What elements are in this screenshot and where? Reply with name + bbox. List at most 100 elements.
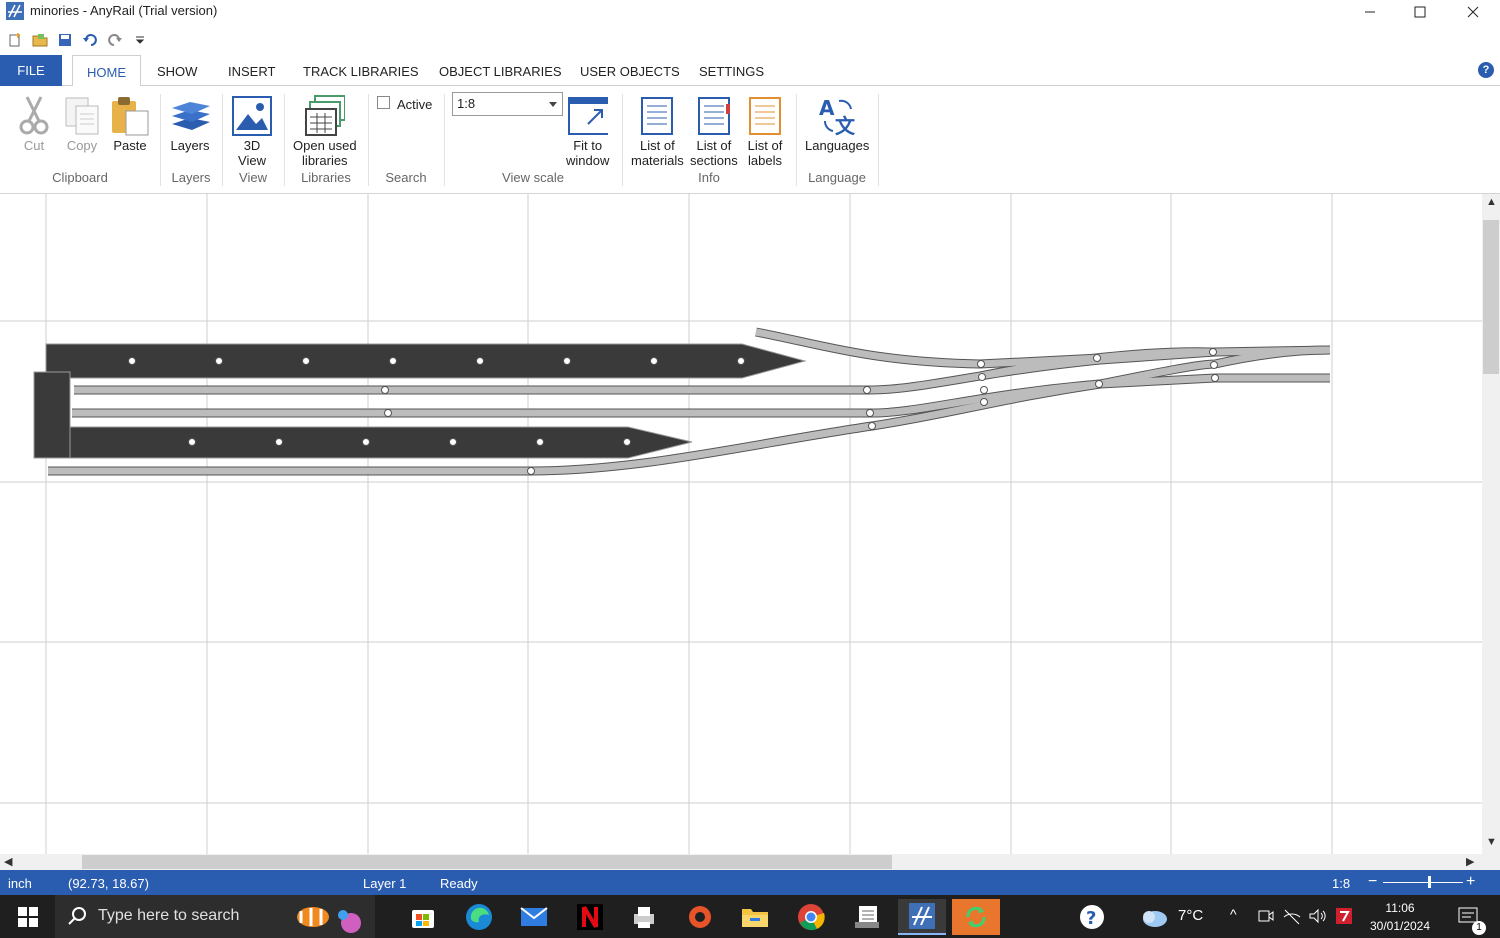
close-button[interactable] xyxy=(1448,0,1498,24)
meet-now-icon[interactable] xyxy=(1258,907,1274,925)
scissors-icon xyxy=(19,96,49,135)
start-button[interactable] xyxy=(4,899,52,935)
search-icon xyxy=(68,907,86,925)
tab-object-libraries[interactable]: OBJECT LIBRARIES xyxy=(439,64,562,79)
taskbar-search-box[interactable]: Type here to search xyxy=(55,895,375,938)
fit-to-window-icon xyxy=(567,97,608,135)
layout-canvas[interactable] xyxy=(0,194,1482,854)
zoom-in-icon[interactable]: + xyxy=(1466,873,1475,891)
customize-toolbar-icon[interactable] xyxy=(131,31,149,49)
zoom-slider[interactable] xyxy=(1383,882,1463,883)
ribbon-home: Cut Copy Paste Clipboard Layers Layers 3… xyxy=(0,86,1500,194)
vertical-scroll-thumb[interactable] xyxy=(1483,220,1499,374)
horizontal-scrollbar[interactable]: ◀ ▶ xyxy=(0,854,1482,870)
taskbar-mail[interactable] xyxy=(510,899,558,935)
new-file-icon[interactable] xyxy=(6,31,24,49)
group-separator xyxy=(878,94,879,186)
view-scale-value: 1:8 xyxy=(457,96,476,111)
list-of-materials-button[interactable]: List of materials xyxy=(631,94,684,168)
printer-icon xyxy=(634,907,654,928)
tab-insert[interactable]: INSERT xyxy=(228,64,275,79)
fit-label-1: Fit to xyxy=(573,138,603,153)
weather-widget[interactable] xyxy=(1130,899,1178,935)
zoom-slider-thumb[interactable] xyxy=(1428,876,1431,888)
taskbar-help[interactable]: ? xyxy=(1068,899,1116,935)
zoom-out-icon[interactable]: − xyxy=(1368,873,1377,891)
3d-view-button[interactable]: 3D View xyxy=(232,94,272,168)
open-used-libraries-button[interactable]: Open used libraries xyxy=(293,94,357,168)
chevron-down-icon xyxy=(549,102,557,107)
antivirus-tray-icon[interactable] xyxy=(1334,906,1354,926)
list-of-labels-button[interactable]: List of labels xyxy=(745,94,785,168)
maximize-button[interactable] xyxy=(1395,0,1445,24)
help-icon[interactable]: ? xyxy=(1478,62,1494,78)
scroll-corner xyxy=(1482,854,1500,870)
chevron-up-icon[interactable]: ^ xyxy=(1230,906,1237,922)
system-clock[interactable]: 11:06 30/01/2024 xyxy=(1360,899,1440,935)
taskbar-anyrail[interactable] xyxy=(898,899,946,935)
fit-to-window-button[interactable]: Fit to window xyxy=(566,94,609,168)
3d-view-label-2: View xyxy=(238,153,266,168)
network-offline-icon[interactable] xyxy=(1282,907,1302,925)
quick-access-toolbar xyxy=(6,30,149,50)
tab-show[interactable]: SHOW xyxy=(157,64,197,79)
edge-browser-icon xyxy=(466,904,492,930)
sections-label-2: sections xyxy=(690,153,738,168)
paste-button[interactable]: Paste xyxy=(110,94,150,153)
copy-button[interactable]: Copy xyxy=(62,94,102,153)
status-layer: Layer 1 xyxy=(363,876,407,891)
taskbar-edge[interactable] xyxy=(455,899,503,935)
taskbar-store[interactable] xyxy=(399,899,447,935)
taskbar-chrome[interactable] xyxy=(787,899,835,935)
translate-icon: A文 xyxy=(819,96,856,137)
cut-label: Cut xyxy=(23,138,45,153)
tab-user-objects[interactable]: USER OBJECTS xyxy=(580,64,680,79)
platform-end-block[interactable] xyxy=(33,371,71,459)
search-active-checkbox[interactable] xyxy=(377,96,390,109)
scroll-up-icon[interactable]: ▲ xyxy=(1486,196,1497,208)
volume-icon[interactable] xyxy=(1308,907,1328,925)
language-group-label: Language xyxy=(808,170,866,185)
tab-track-libraries[interactable]: TRACK LIBRARIES xyxy=(303,64,419,79)
clipboard-paste-icon xyxy=(112,97,149,136)
netflix-icon xyxy=(577,904,603,930)
tab-home[interactable]: HOME xyxy=(72,55,141,87)
paste-label: Paste xyxy=(113,138,147,153)
scroll-down-icon[interactable]: ▼ xyxy=(1486,836,1497,848)
document-scanner-icon xyxy=(855,906,879,928)
layers-button[interactable]: Layers xyxy=(170,94,210,153)
vertical-scrollbar[interactable]: ▲ ▼ xyxy=(1482,194,1500,854)
list-of-sections-button[interactable]: List of sections xyxy=(690,94,738,168)
undo-icon[interactable] xyxy=(81,31,99,49)
taskbar-document-app[interactable] xyxy=(843,899,891,935)
taskbar-netflix[interactable] xyxy=(566,899,614,935)
view-scale-dropdown[interactable]: 1:8 xyxy=(452,92,563,116)
status-bar: inch (92.73, 18.67) Layer 1 Ready 1:8 − … xyxy=(0,870,1500,895)
languages-button[interactable]: A文 Languages xyxy=(805,94,869,153)
languages-label: Languages xyxy=(805,138,870,153)
sections-list-icon xyxy=(697,97,730,135)
save-icon[interactable] xyxy=(56,31,74,49)
notification-center-button[interactable]: 1 xyxy=(1445,899,1493,935)
labels-label-1: List of xyxy=(747,138,783,153)
window-title: minories - AnyRail (Trial version) xyxy=(30,3,218,18)
scroll-left-icon[interactable]: ◀ xyxy=(4,855,12,868)
taskbar-printer-app[interactable] xyxy=(620,899,668,935)
minimize-button[interactable] xyxy=(1345,0,1395,24)
redo-icon[interactable] xyxy=(106,31,124,49)
scroll-right-icon[interactable]: ▶ xyxy=(1466,855,1474,868)
svg-text:?: ? xyxy=(1086,908,1096,929)
platform-upper[interactable] xyxy=(45,343,807,379)
taskbar-sync-app[interactable] xyxy=(952,899,1000,935)
tab-settings[interactable]: SETTINGS xyxy=(699,64,764,79)
grid-lines xyxy=(0,194,1482,854)
open-file-icon[interactable] xyxy=(31,31,49,49)
taskbar-file-explorer[interactable] xyxy=(731,899,779,935)
track-plan[interactable] xyxy=(0,194,1482,854)
tab-file[interactable]: FILE xyxy=(0,55,62,86)
horizontal-scroll-thumb[interactable] xyxy=(82,855,892,869)
materials-label-2: materials xyxy=(631,153,684,168)
windows-logo-icon xyxy=(18,907,38,927)
cut-button[interactable]: Cut xyxy=(14,94,54,153)
taskbar-office[interactable] xyxy=(676,899,724,935)
